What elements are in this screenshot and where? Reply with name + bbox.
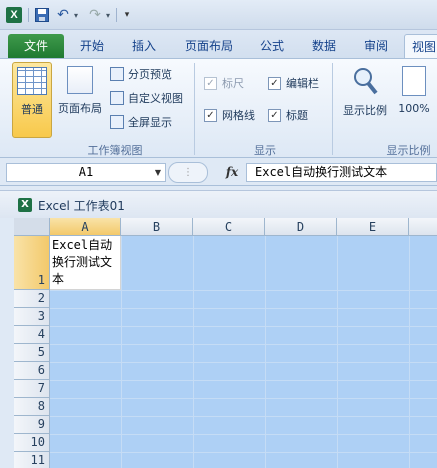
- undo-icon[interactable]: ↶: [56, 7, 70, 23]
- group-separator: [332, 63, 333, 155]
- normal-view-button[interactable]: 普通: [12, 62, 52, 138]
- column-header-a[interactable]: A: [50, 218, 121, 236]
- page-layout-label: 页面布局: [58, 102, 102, 115]
- group-separator: [194, 63, 195, 155]
- tab-page-layout[interactable]: 页面布局: [180, 34, 238, 58]
- headings-checkbox[interactable]: ✓ 标题: [268, 105, 308, 125]
- gridline: [50, 452, 437, 453]
- cell-a1[interactable]: Excel自动换行测试文本: [50, 236, 121, 290]
- gridline: [50, 326, 437, 327]
- tab-formulas[interactable]: 公式: [254, 34, 290, 58]
- custom-views-label: 自定义视图: [128, 92, 183, 105]
- page-layout-view-button[interactable]: 页面布局: [54, 62, 106, 138]
- zoom-100-label: 100%: [398, 102, 430, 115]
- zoom-button[interactable]: 显示比例: [338, 62, 392, 138]
- tab-home[interactable]: 开始: [74, 34, 110, 58]
- custom-views-button[interactable]: 自定义视图: [110, 88, 183, 108]
- zoom-label: 显示比例: [343, 104, 387, 117]
- full-screen-label: 全屏显示: [128, 116, 172, 129]
- workbook-title: Excel 工作表01: [38, 199, 125, 213]
- magnifier-icon: [351, 66, 379, 96]
- spreadsheet-grid[interactable]: A B C D E 1 2 3 4 5 6 7 8 9 10 11 Excel自…: [14, 218, 437, 468]
- excel-logo-icon[interactable]: X: [6, 7, 22, 23]
- zoom-group-label: 显示比例: [386, 144, 431, 157]
- select-all-corner[interactable]: [14, 218, 50, 236]
- redo-dropdown-icon[interactable]: ▾: [104, 7, 112, 23]
- formula-bar: A1 ▼ ⋮ fx Excel自动换行测试文本: [0, 158, 437, 186]
- formula-bar-resize-handle[interactable]: ⋮: [168, 162, 208, 183]
- tab-file[interactable]: 文件: [8, 34, 64, 58]
- full-screen-icon: [110, 115, 124, 129]
- gridlines-checkbox[interactable]: ✓ 网格线: [204, 105, 255, 125]
- gridline: [50, 398, 437, 399]
- row-header-7[interactable]: 7: [14, 380, 50, 398]
- headings-check-icon: ✓: [268, 108, 281, 122]
- workbook-title-bar: X Excel 工作表01: [0, 190, 437, 218]
- customize-icon[interactable]: ▾: [122, 7, 132, 23]
- tab-review[interactable]: 审阅: [358, 34, 394, 58]
- row-header-10[interactable]: 10: [14, 434, 50, 452]
- tab-data[interactable]: 数据: [306, 34, 342, 58]
- workbook-views-group-label: 工作簿视图: [87, 144, 143, 157]
- gridline: [50, 362, 437, 363]
- gridline: [50, 380, 437, 381]
- ribbon: 普通 页面布局 分页预览 自定义视图 全屏显示 工作簿视图 ✓ 标尺 ✓ 编辑栏…: [0, 58, 437, 158]
- title-bar: X ↶ ▾ ↷ ▾ ▾: [0, 0, 437, 30]
- zoom-100-button[interactable]: 100%: [394, 62, 434, 138]
- normal-view-icon: [17, 67, 47, 95]
- row-header-2[interactable]: 2: [14, 290, 50, 308]
- row-header-4[interactable]: 4: [14, 326, 50, 344]
- redo-icon[interactable]: ↷: [88, 7, 102, 23]
- formula-input[interactable]: Excel自动换行测试文本: [246, 163, 437, 182]
- name-box[interactable]: A1: [6, 163, 166, 182]
- formula-bar-check-icon: ✓: [268, 76, 281, 90]
- row-header-6[interactable]: 6: [14, 362, 50, 380]
- gridline: [50, 344, 437, 345]
- gridlines-check-icon: ✓: [204, 108, 217, 122]
- tab-view[interactable]: 视图: [404, 34, 437, 58]
- column-header-d[interactable]: D: [265, 218, 337, 236]
- row-header-1[interactable]: 1: [14, 236, 50, 290]
- row-header-5[interactable]: 5: [14, 344, 50, 362]
- save-icon[interactable]: [34, 7, 50, 23]
- workbook-excel-icon: X: [18, 198, 32, 212]
- ruler-checkbox[interactable]: ✓ 标尺: [204, 73, 244, 93]
- custom-views-icon: [110, 91, 124, 105]
- insert-function-button[interactable]: fx: [222, 163, 242, 182]
- tab-insert[interactable]: 插入: [126, 34, 162, 58]
- gridline: [50, 308, 437, 309]
- headings-label: 标题: [286, 109, 308, 122]
- gridlines-label: 网格线: [222, 109, 255, 122]
- normal-view-label: 普通: [21, 103, 43, 116]
- gridline: [50, 434, 437, 435]
- separator: [116, 8, 117, 22]
- page-break-icon: [110, 67, 124, 81]
- row-header-9[interactable]: 9: [14, 416, 50, 434]
- formula-bar-label: 编辑栏: [286, 77, 319, 90]
- zoom-100-icon: [402, 66, 426, 96]
- column-header-b[interactable]: B: [121, 218, 193, 236]
- formula-bar-checkbox[interactable]: ✓ 编辑栏: [268, 73, 319, 93]
- row-header-8[interactable]: 8: [14, 398, 50, 416]
- separator: [28, 8, 29, 22]
- page-break-preview-button[interactable]: 分页预览: [110, 64, 172, 84]
- name-box-dropdown-icon[interactable]: ▼: [152, 164, 164, 181]
- ruler-check-icon: ✓: [204, 76, 217, 90]
- ruler-label: 标尺: [222, 77, 244, 90]
- row-header-11[interactable]: 11: [14, 452, 50, 468]
- column-header-c[interactable]: C: [193, 218, 265, 236]
- ribbon-tabs: 文件 开始 插入 页面布局 公式 数据 审阅 视图: [0, 30, 437, 58]
- page-layout-icon: [67, 66, 93, 94]
- show-group-label: 显示: [254, 144, 276, 157]
- undo-dropdown-icon[interactable]: ▾: [72, 7, 80, 23]
- gridline: [50, 290, 437, 291]
- full-screen-button[interactable]: 全屏显示: [110, 112, 172, 132]
- column-header-e[interactable]: E: [337, 218, 409, 236]
- gridline: [50, 416, 437, 417]
- page-break-label: 分页预览: [128, 68, 172, 81]
- row-header-3[interactable]: 3: [14, 308, 50, 326]
- column-header-f[interactable]: [409, 218, 437, 236]
